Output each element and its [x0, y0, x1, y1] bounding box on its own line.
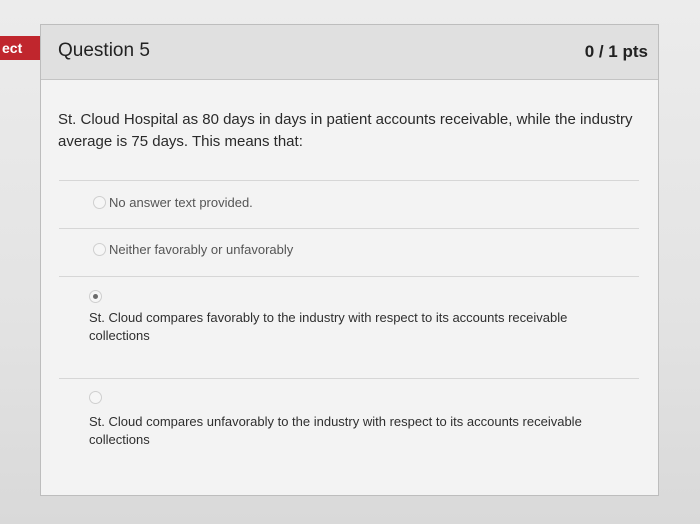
answer-radio-3-selected[interactable] — [89, 290, 102, 303]
question-text: St. Cloud Hospital as 80 days in days in… — [58, 111, 633, 150]
answer-radio-1[interactable] — [93, 196, 106, 209]
answer-divider — [59, 180, 639, 181]
question-title: Question 5 — [58, 40, 150, 61]
answer-radio-2[interactable] — [93, 243, 106, 256]
question-header: Question 5 0 / 1 pts — [41, 25, 658, 80]
answer-label-4[interactable]: St. Cloud compares unfavorably to the in… — [89, 413, 589, 449]
answer-label-1[interactable]: No answer text provided. — [109, 195, 253, 210]
answer-divider — [59, 276, 639, 277]
answer-divider — [59, 378, 639, 379]
question-card: Question 5 0 / 1 pts St. Cloud Hospital … — [40, 24, 659, 496]
answer-radio-4[interactable] — [89, 391, 102, 404]
answer-label-3[interactable]: St. Cloud compares favorably to the indu… — [89, 309, 589, 345]
answer-label-2[interactable]: Neither favorably or unfavorably — [109, 242, 293, 257]
question-points: 0 / 1 pts — [584, 42, 648, 61]
answer-divider — [59, 228, 639, 229]
